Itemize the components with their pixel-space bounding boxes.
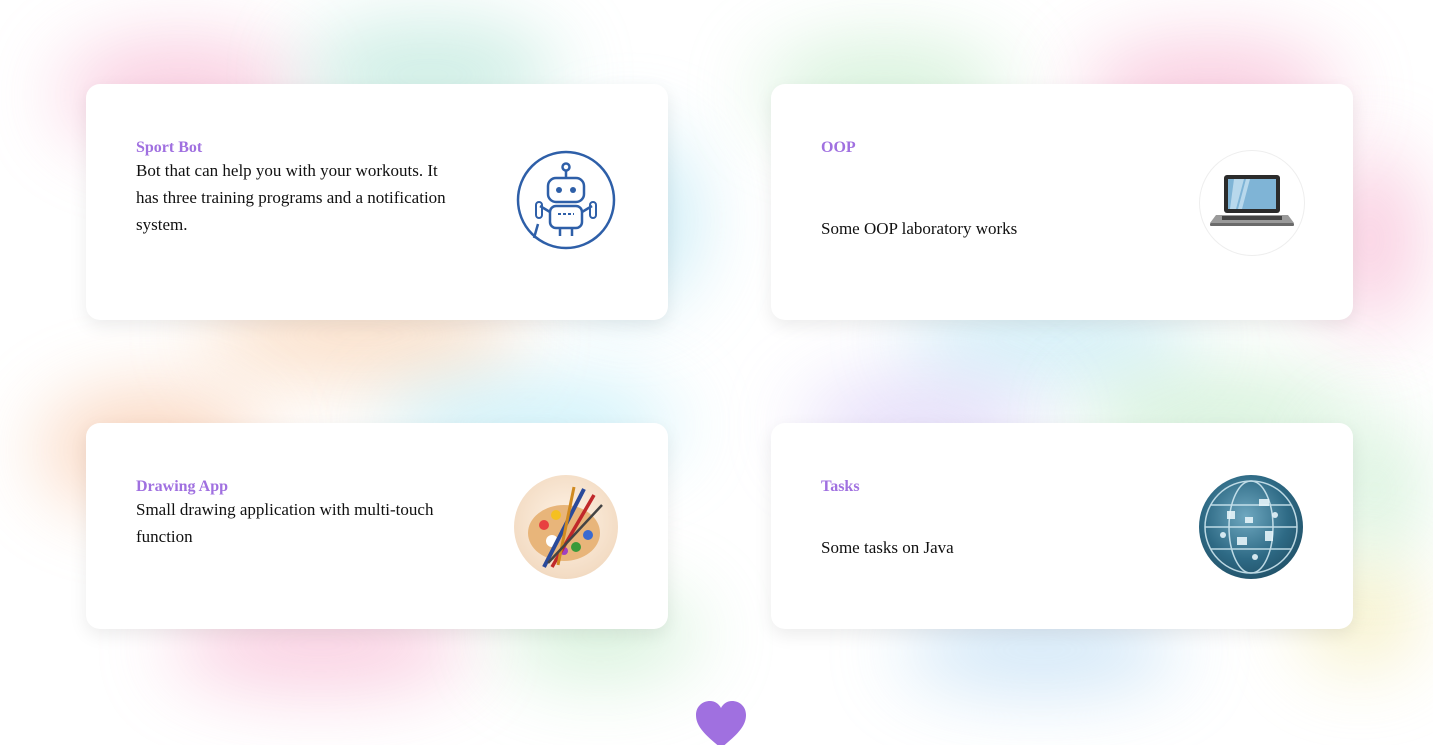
project-card-tasks[interactable]: Tasks Some tasks on Java: [771, 423, 1353, 629]
project-card-sport-bot[interactable]: Sport Bot Bot that can help you with you…: [86, 84, 668, 320]
card-description: Some OOP laboratory works: [821, 219, 1018, 238]
card-title[interactable]: Drawing App: [136, 478, 456, 496]
card-text: Sport Bot Bot that can help you with you…: [136, 139, 456, 238]
project-card-drawing-app[interactable]: Drawing App Small drawing application wi…: [86, 423, 668, 629]
heart-icon: [694, 700, 748, 745]
card-title[interactable]: Tasks: [821, 478, 1141, 496]
robot-chat-icon: [514, 150, 618, 254]
laptop-icon: [1199, 150, 1305, 256]
page: Sport Bot Bot that can help you with you…: [0, 0, 1433, 745]
card-title[interactable]: Sport Bot: [136, 139, 456, 157]
card-text: Tasks Some tasks on Java: [821, 478, 1141, 561]
card-title[interactable]: OOP: [821, 139, 1141, 157]
card-text: OOP Some OOP laboratory works: [821, 139, 1141, 242]
card-description: Bot that can help you with your workouts…: [136, 161, 446, 234]
card-description: Some tasks on Java: [821, 538, 954, 557]
paint-palette-icon: [514, 475, 618, 579]
project-card-oop[interactable]: OOP Some OOP laboratory works: [771, 84, 1353, 320]
card-text: Drawing App Small drawing application wi…: [136, 478, 456, 550]
globe-network-icon: [1199, 475, 1303, 579]
card-description: Small drawing application with multi-tou…: [136, 500, 434, 546]
